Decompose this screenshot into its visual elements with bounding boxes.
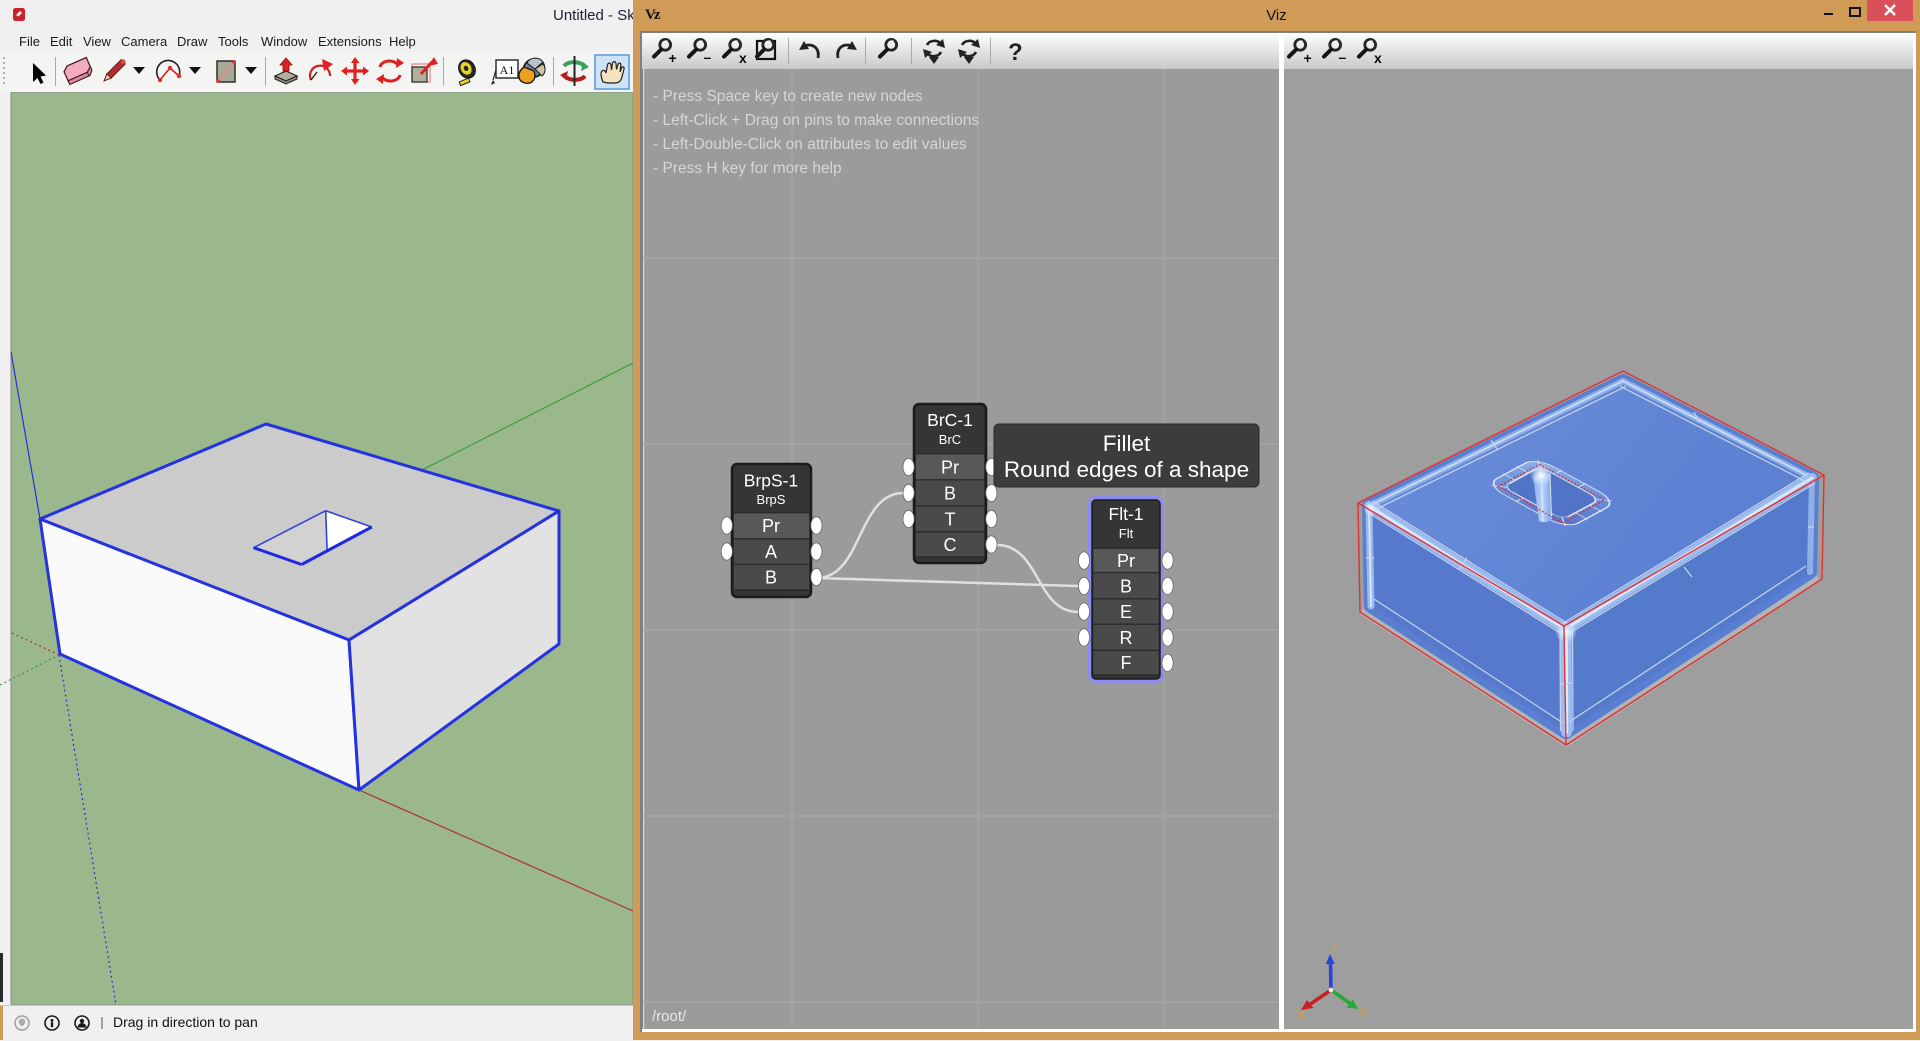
svg-text:–: – xyxy=(704,49,712,65)
svg-text:Flt-1: Flt-1 xyxy=(1109,504,1144,524)
svg-text:- Left-Click + Drag on pins to: - Left-Click + Drag on pins to make conn… xyxy=(653,112,979,129)
svg-text:- Press H key for more help: - Press H key for more help xyxy=(653,160,842,177)
svg-text:B: B xyxy=(765,568,777,588)
svg-text:BrC: BrC xyxy=(939,432,961,447)
svg-text:B: B xyxy=(944,484,956,504)
svg-text:/root/: /root/ xyxy=(652,1008,687,1025)
svg-text:Y: Y xyxy=(1359,1006,1368,1020)
svg-text:–: – xyxy=(1339,49,1347,65)
svg-text:A: A xyxy=(765,542,777,562)
svg-text:T: T xyxy=(945,510,956,530)
svg-text:Flt: Flt xyxy=(1119,526,1134,541)
svg-text:- Press Space key to create ne: - Press Space key to create new nodes xyxy=(653,88,923,105)
svg-text:R: R xyxy=(1120,628,1133,648)
svg-text:Pr: Pr xyxy=(1117,551,1135,571)
svg-text:BrpS-1: BrpS-1 xyxy=(744,471,798,491)
svg-text:F: F xyxy=(1121,653,1132,673)
svg-text:BrC-1: BrC-1 xyxy=(927,410,973,430)
svg-text:B: B xyxy=(1120,577,1132,597)
svg-text:Round edges of a shape: Round edges of a shape xyxy=(1004,457,1249,482)
svg-text:x: x xyxy=(739,50,747,66)
svg-text:Pr: Pr xyxy=(762,516,780,536)
svg-text:x: x xyxy=(1374,50,1382,66)
svg-text:+: + xyxy=(1304,50,1312,66)
svg-text:- Left-Double-Click on attribu: - Left-Double-Click on attributes to edi… xyxy=(653,136,967,153)
svg-text:Pr: Pr xyxy=(941,458,959,478)
svg-text:+: + xyxy=(669,50,677,66)
svg-text:A1: A1 xyxy=(500,63,515,77)
svg-text:C: C xyxy=(944,535,957,555)
svg-text:?: ? xyxy=(1008,39,1023,66)
svg-text:Z: Z xyxy=(1330,941,1338,955)
svg-text:X: X xyxy=(1297,1008,1306,1022)
svg-text:Fillet: Fillet xyxy=(1103,431,1151,456)
svg-text:BrpS: BrpS xyxy=(757,492,786,507)
svg-text:E: E xyxy=(1120,602,1132,622)
